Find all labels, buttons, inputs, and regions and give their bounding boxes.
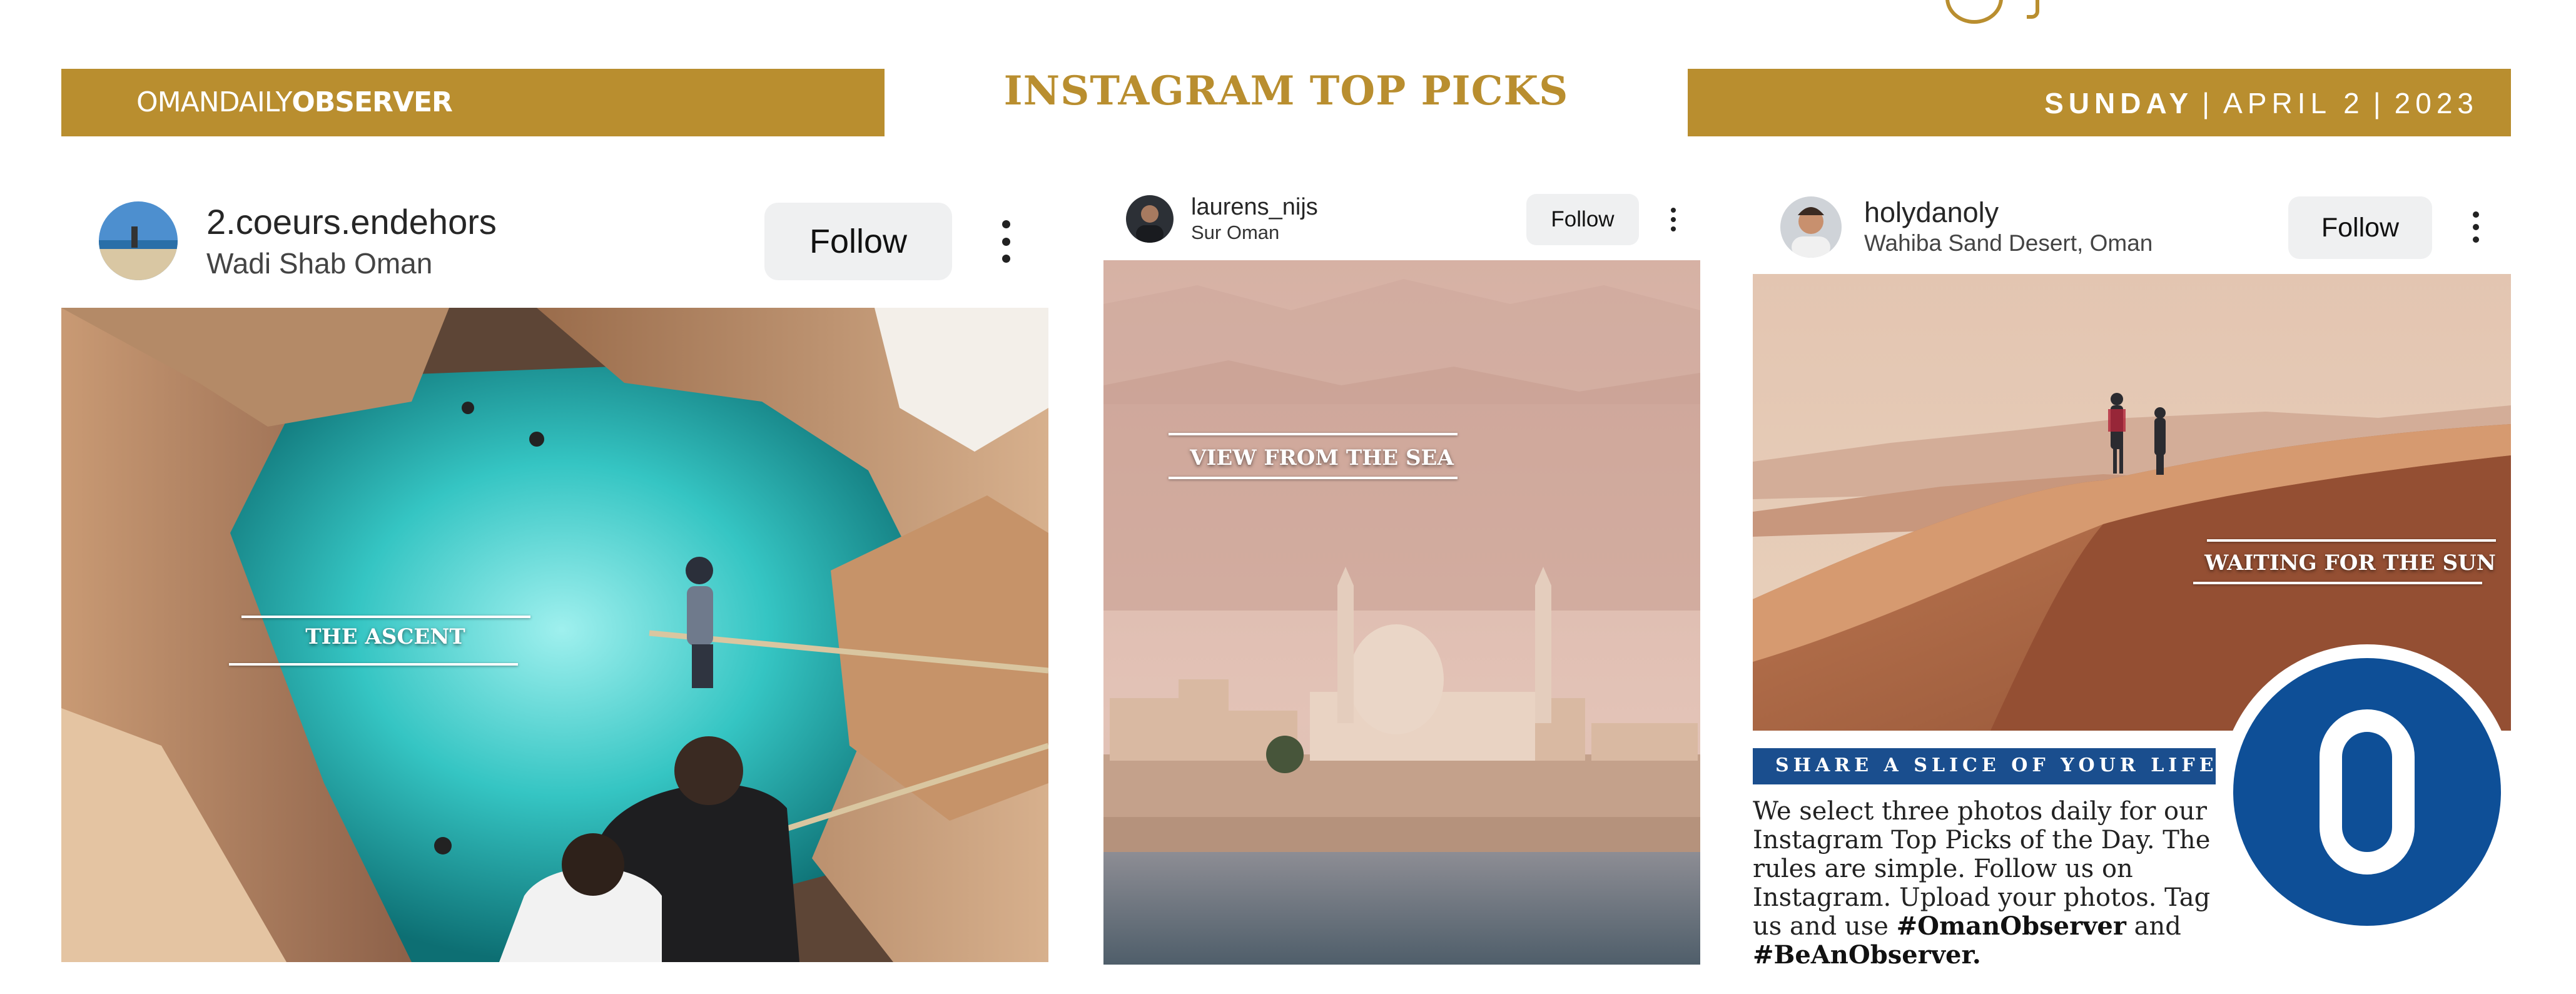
caption-line-top <box>241 616 530 618</box>
follow-button[interactable]: Follow <box>1526 194 1639 245</box>
post-username[interactable]: 2.coeurs.endehors <box>206 201 497 242</box>
follow-button[interactable]: Follow <box>2288 196 2432 259</box>
share-heading: SHARE A SLICE OF YOUR LIFE <box>1775 754 2218 776</box>
post-username[interactable]: laurens_nijs <box>1191 194 1318 221</box>
hashtag-beanobserver: #BeAnObserver. <box>1753 940 1981 970</box>
avatar[interactable] <box>1780 196 1842 258</box>
photo-caption: VIEW FROM THE SEA <box>1190 445 1454 470</box>
post-photo-wadi[interactable] <box>61 308 1048 962</box>
post-location[interactable]: Wahiba Sand Desert, Oman <box>1864 230 2153 256</box>
logo-circle <box>2233 658 2501 926</box>
photo-caption: WAITING FOR THE SUN <box>2204 550 2496 576</box>
caption-line-top <box>2207 539 2496 542</box>
post-location[interactable]: Sur Oman <box>1191 221 1279 244</box>
post-location[interactable]: Wadi Shab Oman <box>206 246 432 280</box>
page-title: INSTAGRAM TOP PICKS <box>1003 68 1569 114</box>
observer-logo-badge <box>2219 644 2515 940</box>
top-decoration <box>1945 0 2003 24</box>
more-options-icon[interactable] <box>2472 211 2480 243</box>
follow-button[interactable]: Follow <box>764 203 952 280</box>
header-brand-bar: OMANDAILYOBSERVER <box>61 69 885 136</box>
photo-caption: THE ASCENT <box>305 624 465 649</box>
post-username[interactable]: holydanoly <box>1864 196 1999 229</box>
more-options-icon[interactable] <box>1001 220 1011 263</box>
logo-letter-o <box>2320 709 2415 875</box>
post-photo-mosque[interactable] <box>1103 260 1700 965</box>
header-date-bar: SUNDAY | APRIL 2 | 2023 <box>1688 69 2511 136</box>
caption-line-bottom <box>2193 582 2482 584</box>
share-description: We select three photos daily for our Ins… <box>1753 797 2247 970</box>
share-and: and <box>2134 912 2181 941</box>
caption-line-bottom <box>1169 477 1458 479</box>
hashtag-omanobserver: #OmanObserver <box>1896 911 2126 941</box>
more-options-icon[interactable] <box>1670 208 1676 231</box>
avatar[interactable] <box>1126 195 1174 243</box>
avatar[interactable] <box>99 201 178 280</box>
caption-line-top <box>1169 433 1458 435</box>
share-heading-bar: SHARE A SLICE OF YOUR LIFE <box>1753 748 2216 784</box>
top-decoration-hook <box>2027 0 2039 19</box>
caption-line-bottom <box>229 663 518 666</box>
issue-date: SUNDAY | APRIL 2 | 2023 <box>2044 87 2478 119</box>
brand-logo: OMANDAILYOBSERVER <box>136 86 453 118</box>
